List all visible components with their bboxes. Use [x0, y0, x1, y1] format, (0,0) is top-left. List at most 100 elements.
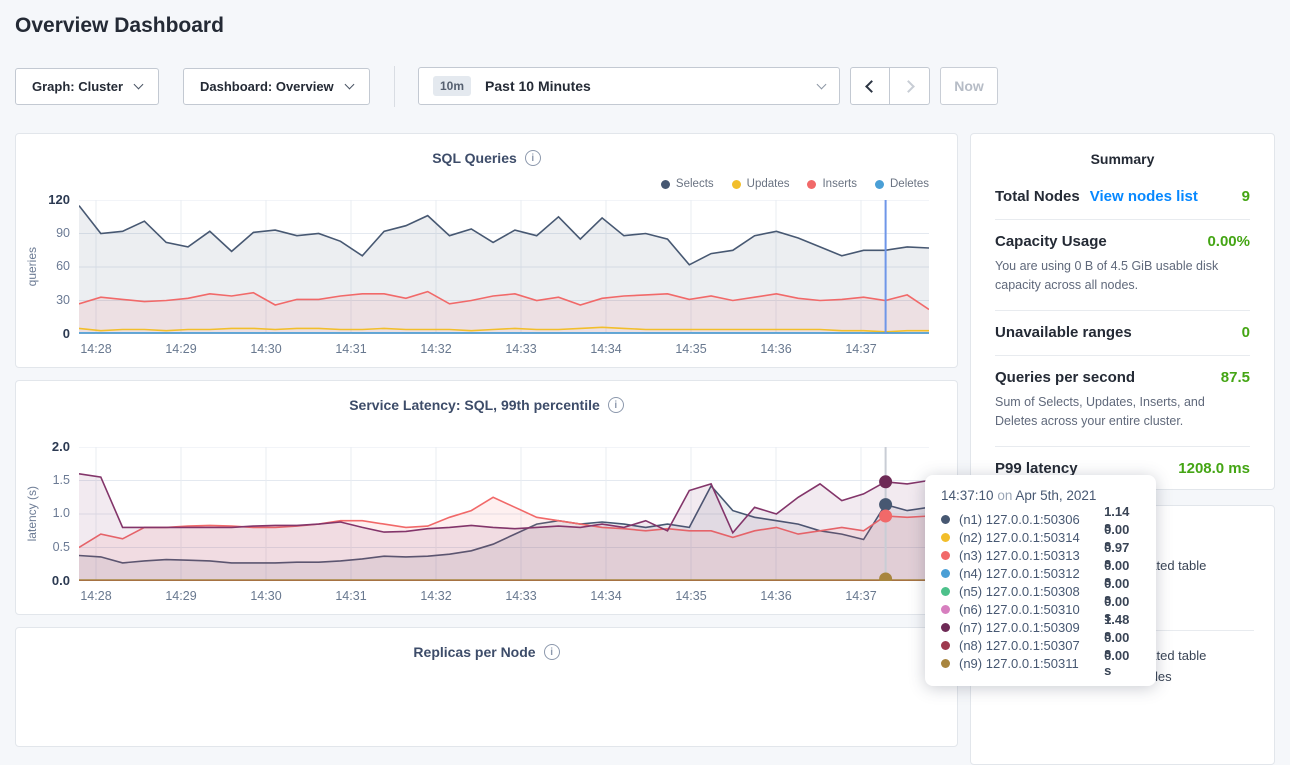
x-axis-tick: 14:33 — [497, 342, 545, 356]
x-axis-tick: 14:36 — [752, 342, 800, 356]
tooltip-node-row: (n9) 127.0.0.1:503110.00 s — [941, 654, 1140, 672]
summary-value: 0.00% — [1207, 233, 1250, 250]
y-axis-tick: 2.0 — [16, 439, 70, 454]
x-axis-tick: 14:34 — [582, 342, 630, 356]
y-axis-tick: 30 — [16, 293, 70, 307]
view-nodes-list-link[interactable]: View nodes list — [1090, 188, 1198, 205]
summary-row-queries-per-second: Queries per second 87.5 Sum of Selects, … — [995, 356, 1250, 447]
chevron-left-icon — [865, 80, 878, 93]
y-axis-tick: 0.5 — [16, 540, 70, 554]
chart-title: Service Latency: SQL, 99th percentile — [349, 397, 600, 413]
legend-dot-icon — [807, 180, 816, 189]
service-latency-chart-card: Service Latency: SQL, 99th percentile la… — [15, 380, 958, 615]
chart-title-row: Service Latency: SQL, 99th percentile — [16, 397, 957, 413]
summary-label: Capacity Usage — [995, 233, 1107, 250]
summary-panel: Summary Total Nodes View nodes list 9 Ca… — [970, 133, 1275, 490]
dashboard-dropdown-label: Dashboard: Overview — [200, 79, 334, 94]
x-axis-tick: 14:37 — [837, 342, 885, 356]
x-axis-tick: 14:31 — [327, 342, 375, 356]
replicas-per-node-chart-card: Replicas per Node — [15, 627, 958, 747]
sql-queries-plot[interactable] — [79, 200, 929, 334]
x-axis-tick: 14:35 — [667, 342, 715, 356]
x-axis-tick: 14:33 — [497, 589, 545, 603]
chart-title-row: Replicas per Node — [16, 644, 957, 660]
y-axis-tick: 1.0 — [16, 506, 70, 520]
time-range-picker[interactable]: 10m Past 10 Minutes — [418, 67, 840, 105]
time-range-label: Past 10 Minutes — [485, 78, 591, 94]
summary-label: Unavailable ranges — [995, 324, 1132, 341]
time-next-button[interactable] — [890, 67, 930, 105]
chart-title: Replicas per Node — [413, 644, 535, 660]
y-axis-tick: 1.5 — [16, 473, 70, 487]
summary-description: You are using 0 B of 4.5 GiB usable disk… — [995, 257, 1250, 296]
y-axis-tick: 60 — [16, 259, 70, 273]
now-button[interactable]: Now — [940, 67, 998, 105]
summary-label: P99 latency — [995, 460, 1078, 477]
summary-value: 87.5 — [1221, 369, 1250, 386]
summary-heading: Summary — [995, 134, 1250, 175]
y-axis-tick: 120 — [16, 192, 70, 207]
chevron-down-icon — [817, 79, 827, 89]
x-axis-tick: 14:30 — [242, 589, 290, 603]
series-dot-icon — [941, 623, 950, 632]
x-axis-tick: 14:29 — [157, 342, 205, 356]
x-axis-tick: 14:37 — [837, 589, 885, 603]
x-axis-tick: 14:30 — [242, 342, 290, 356]
chart-hover-tooltip: 14:37:10 on Apr 5th, 2021 (n1) 127.0.0.1… — [925, 475, 1156, 686]
chart-legend: Selects Updates Inserts Deletes — [661, 178, 929, 190]
chart-title: SQL Queries — [432, 150, 517, 166]
series-dot-icon — [941, 515, 950, 524]
series-dot-icon — [941, 605, 950, 614]
x-axis-tick: 14:35 — [667, 589, 715, 603]
info-icon[interactable] — [608, 397, 624, 413]
x-axis-tick: 14:29 — [157, 589, 205, 603]
series-dot-icon — [941, 569, 950, 578]
x-axis-tick: 14:32 — [412, 589, 460, 603]
x-axis-tick: 14:36 — [752, 589, 800, 603]
info-icon[interactable] — [525, 150, 541, 166]
series-dot-icon — [941, 551, 950, 560]
chart-title-row: SQL Queries — [16, 150, 957, 166]
summary-description: Sum of Selects, Updates, Inserts, and De… — [995, 393, 1250, 432]
graph-dropdown-label: Graph: Cluster — [32, 79, 123, 94]
x-axis-tick: 14:34 — [582, 589, 630, 603]
info-icon[interactable] — [544, 644, 560, 660]
service-latency-plot[interactable] — [79, 447, 929, 581]
dashboard-dropdown[interactable]: Dashboard: Overview — [183, 68, 370, 105]
legend-dot-icon — [875, 180, 884, 189]
x-axis-tick: 14:31 — [327, 589, 375, 603]
x-axis-tick: 14:32 — [412, 342, 460, 356]
legend-dot-icon — [661, 180, 670, 189]
summary-label: Queries per second — [995, 369, 1135, 386]
summary-label: Total Nodes — [995, 188, 1080, 205]
summary-row-unavailable-ranges: Unavailable ranges 0 — [995, 311, 1250, 356]
legend-item-selects[interactable]: Selects — [661, 178, 714, 190]
sql-queries-chart-card: SQL Queries Selects Updates Inserts Deletes… — [15, 133, 958, 368]
series-dot-icon — [941, 533, 950, 542]
legend-item-deletes[interactable]: Deletes — [875, 178, 929, 190]
toolbar-divider — [394, 66, 395, 107]
series-dot-icon — [941, 659, 950, 668]
tooltip-timestamp: 14:37:10 on Apr 5th, 2021 — [941, 488, 1140, 503]
x-axis-tick: 14:28 — [72, 589, 120, 603]
graph-dropdown[interactable]: Graph: Cluster — [15, 68, 159, 105]
summary-value: 0 — [1242, 324, 1250, 341]
x-axis-tick: 14:28 — [72, 342, 120, 356]
chevron-down-icon — [134, 80, 144, 90]
series-dot-icon — [941, 641, 950, 650]
page-title: Overview Dashboard — [15, 14, 224, 38]
y-axis-tick: 90 — [16, 226, 70, 240]
summary-value: 9 — [1242, 188, 1250, 205]
summary-row-capacity-usage: Capacity Usage 0.00% You are using 0 B o… — [995, 220, 1250, 311]
y-axis-tick: 0 — [16, 326, 70, 341]
chevron-right-icon — [902, 80, 915, 93]
chevron-down-icon — [344, 80, 354, 90]
series-dot-icon — [941, 587, 950, 596]
legend-item-inserts[interactable]: Inserts — [807, 178, 857, 190]
legend-dot-icon — [732, 180, 741, 189]
legend-item-updates[interactable]: Updates — [732, 178, 790, 190]
summary-row-total-nodes: Total Nodes View nodes list 9 — [995, 175, 1250, 220]
time-prev-button[interactable] — [850, 67, 890, 105]
time-range-badge: 10m — [433, 76, 471, 96]
summary-value: 1208.0 ms — [1178, 460, 1250, 477]
